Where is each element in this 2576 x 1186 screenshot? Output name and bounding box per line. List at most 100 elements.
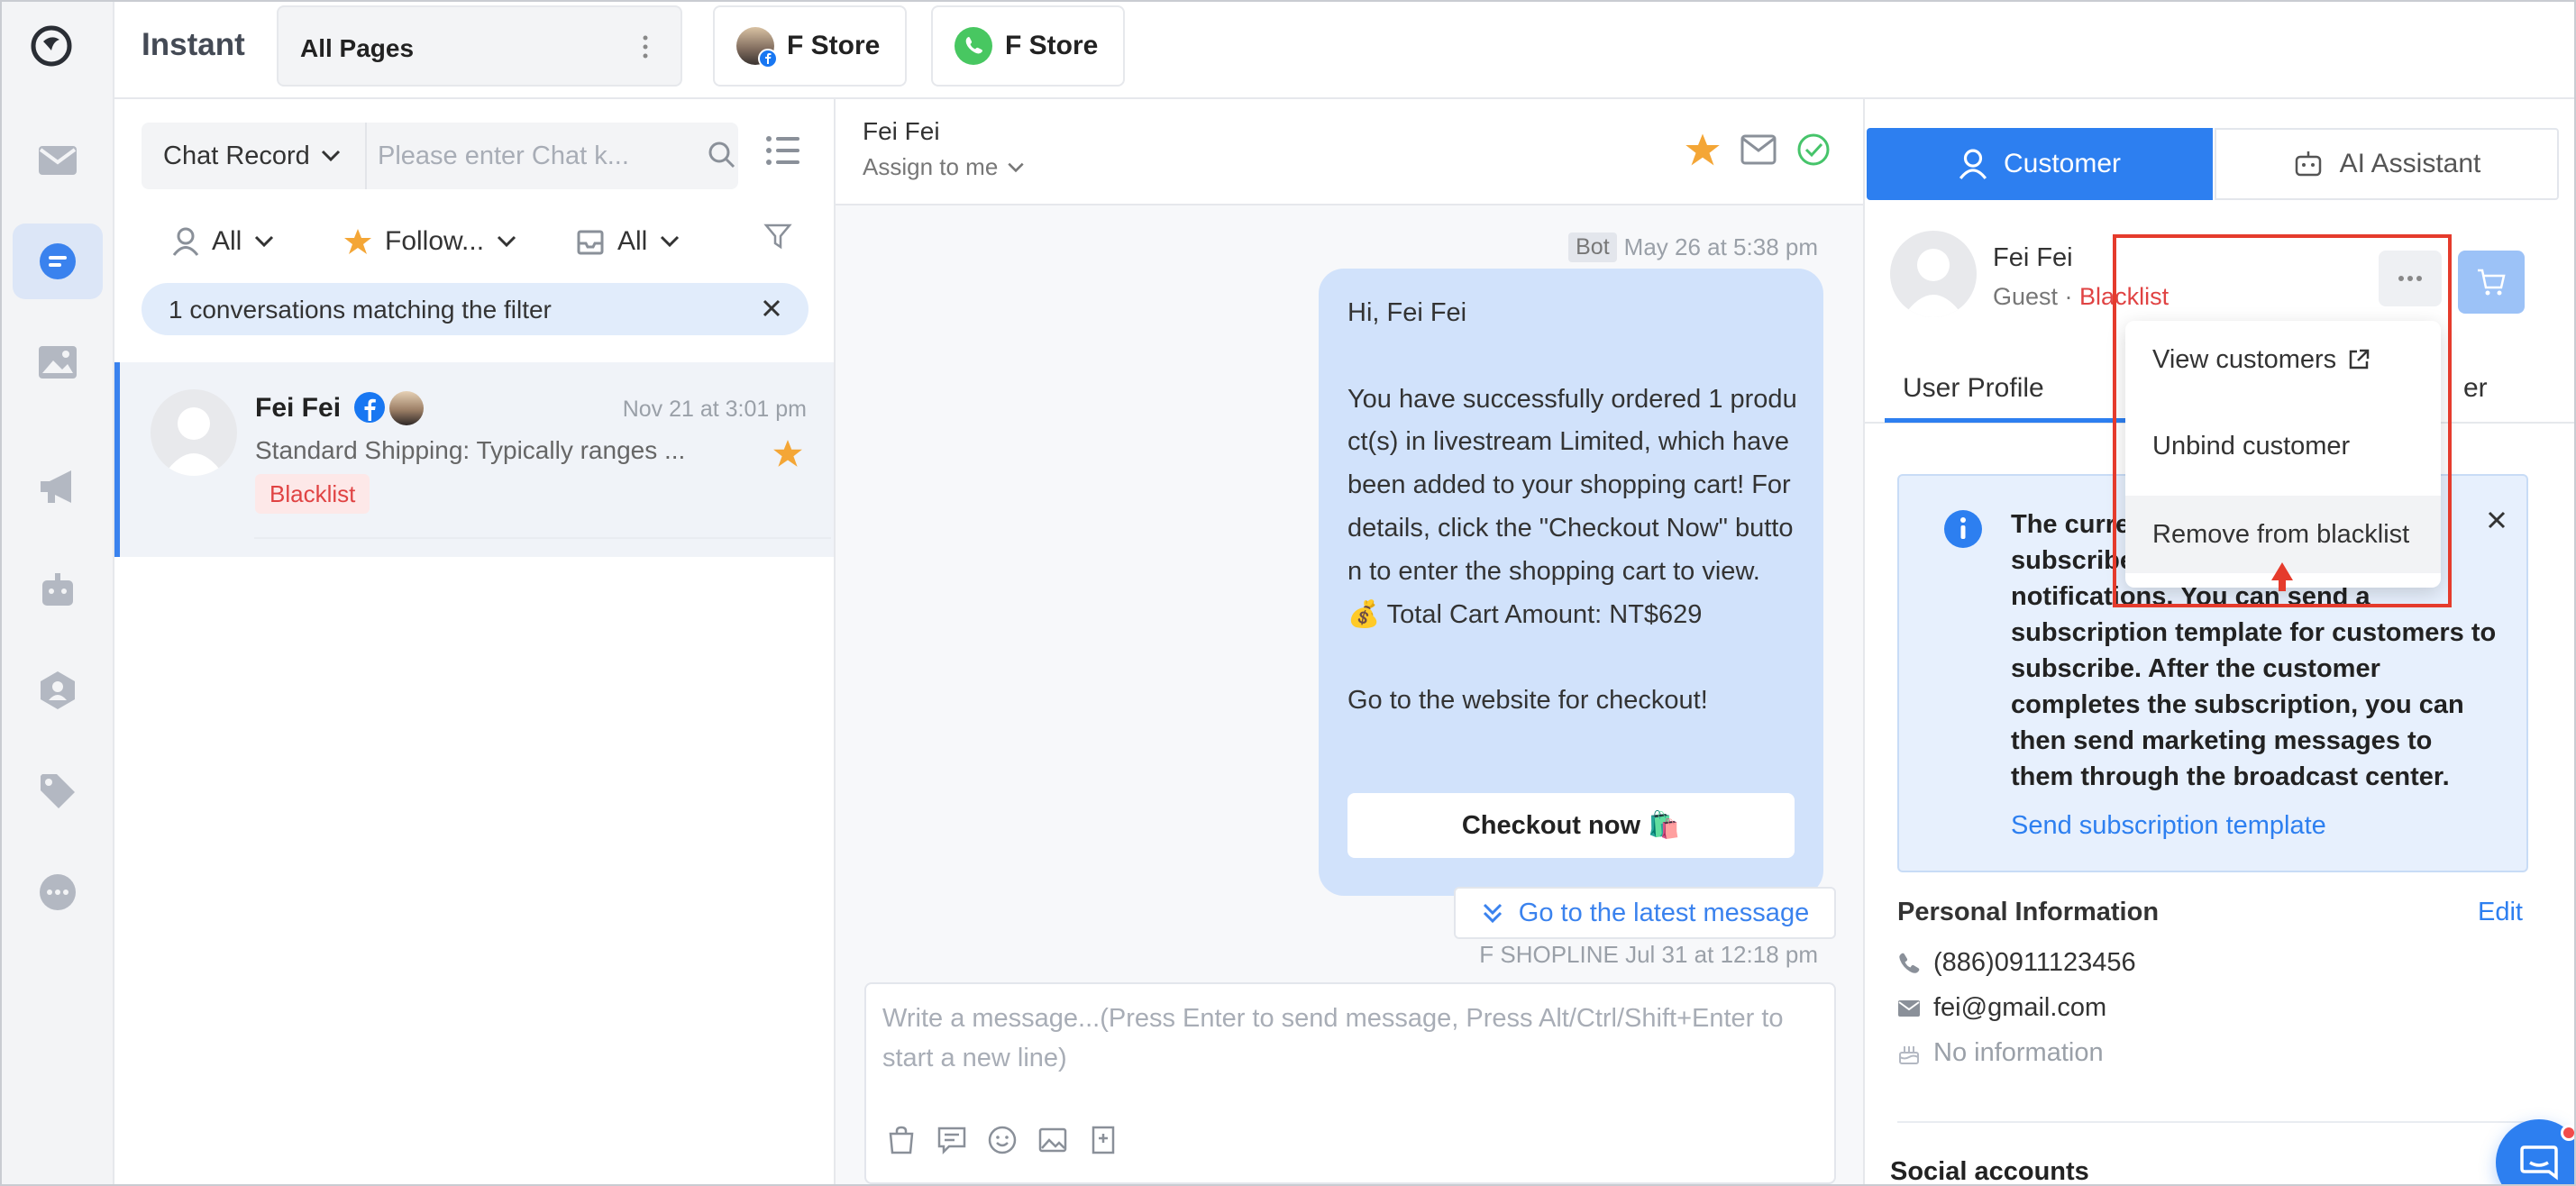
top-bar: Instant All Pages F Store F Store <box>114 2 2574 99</box>
avatar <box>1890 231 1977 317</box>
cart-button[interactable] <box>2458 251 2525 314</box>
chevron-down-icon <box>661 235 680 248</box>
tab-ai-label: AI Assistant <box>2339 149 2481 178</box>
tag-icon[interactable] <box>13 753 103 829</box>
double-chevron-down-icon <box>1483 903 1502 924</box>
store-label: F Store <box>1005 31 1099 60</box>
star-icon <box>344 229 371 254</box>
tab-customer-label: Customer <box>2003 149 2122 178</box>
notice-rest: subscription template for customers to s… <box>2011 618 2497 791</box>
chat-header: Fei Fei Assign to me <box>836 99 1863 205</box>
customer-name: Fei Fei <box>1993 243 2073 272</box>
birthday-row: No information <box>1897 1038 2104 1068</box>
star-icon[interactable] <box>772 438 803 469</box>
avatar <box>151 389 237 476</box>
bot-message-meta: Bot May 26 at 5:38 pm <box>1568 233 1818 262</box>
person-icon <box>1959 149 1987 179</box>
message-text: Hi, Fei Fei You have successfully ordere… <box>1347 298 1797 716</box>
chat-panel: Fei Fei Assign to me Bot May 26 at 5:38 … <box>836 99 1863 1184</box>
filter-match-text: 1 conversations matching the filter <box>169 296 552 324</box>
search-icon[interactable] <box>708 141 736 169</box>
quick-reply-icon[interactable] <box>936 1125 967 1155</box>
chevron-down-icon <box>497 235 516 248</box>
go-to-latest-button[interactable]: Go to the latest message <box>1454 887 1836 939</box>
mail-icon[interactable] <box>13 123 103 198</box>
inbox-filter[interactable]: All <box>576 214 680 269</box>
conversation-time: Nov 21 at 3:01 pm <box>622 397 807 422</box>
filter-match-banner: 1 conversations matching the filter <box>142 283 808 335</box>
robot-icon[interactable] <box>13 552 103 627</box>
store-avatar <box>389 391 424 425</box>
birthday-value: No information <box>1933 1038 2104 1067</box>
megaphone-icon[interactable] <box>13 449 103 525</box>
list-view-icon[interactable] <box>765 135 801 166</box>
search-scope-label: Chat Record <box>163 141 310 170</box>
info-icon <box>1942 508 1984 550</box>
close-icon[interactable] <box>762 298 781 318</box>
customer-status-separator: · <box>2058 283 2080 310</box>
tab-user-profile[interactable]: User Profile <box>1903 373 2044 404</box>
mail-icon[interactable] <box>1740 134 1777 165</box>
app-window: Instant All Pages F Store F Store Chat R… <box>0 0 2576 1186</box>
go-to-latest-label: Go to the latest message <box>1518 898 1810 927</box>
message-composer <box>864 982 1836 1184</box>
store-label: F Store <box>787 31 881 60</box>
tab-ai-assistant[interactable]: AI Assistant <box>2215 128 2559 200</box>
image-icon[interactable] <box>13 324 103 400</box>
star-icon[interactable] <box>1685 132 1721 168</box>
chat-icon[interactable] <box>13 224 103 299</box>
bot-message-time: May 26 at 5:38 pm <box>1623 233 1818 260</box>
whatsapp-icon <box>955 27 992 65</box>
email-row: fei@gmail.com <box>1897 993 2106 1023</box>
image-icon[interactable] <box>1037 1125 1068 1155</box>
conversation-list-panel: Chat Record All Follow... All <box>114 99 836 1184</box>
bot-badge: Bot <box>1568 233 1617 262</box>
edit-personal-info-button[interactable]: Edit <box>2478 898 2523 927</box>
contacts-icon[interactable] <box>13 652 103 728</box>
robot-icon <box>2295 151 2321 177</box>
more-icon[interactable] <box>13 854 103 930</box>
assign-dropdown[interactable]: Assign to me <box>863 153 1025 181</box>
nav-rail <box>2 2 114 1184</box>
support-chat-button[interactable] <box>2496 1119 2574 1184</box>
message-bubble: Hi, Fei Fei You have successfully ordere… <box>1319 269 1823 896</box>
conversation-item[interactable]: Fei Fei Nov 21 at 3:01 pm Standard Shipp… <box>114 362 834 557</box>
chevron-down-icon <box>255 235 274 248</box>
bookmark-add-icon[interactable] <box>1088 1125 1119 1155</box>
follow-filter-label: Follow... <box>385 226 485 256</box>
store-avatar <box>736 27 778 68</box>
cart-icon <box>2478 269 2506 296</box>
funnel-icon[interactable] <box>763 222 792 251</box>
app-logo[interactable] <box>31 25 72 67</box>
emoji-icon[interactable] <box>987 1125 1018 1155</box>
checkout-button[interactable]: Checkout now 🛍️ <box>1347 793 1795 858</box>
notification-dot <box>2561 1125 2574 1141</box>
chat-contact-name: Fei Fei <box>863 117 940 145</box>
resolve-check-icon[interactable] <box>1796 132 1831 167</box>
follow-filter[interactable]: Follow... <box>343 214 516 269</box>
conversation-snippet: Standard Shipping: Typically ranges ... <box>255 436 686 464</box>
message-input[interactable] <box>882 999 1820 1089</box>
assignee-filter[interactable]: All <box>172 214 274 269</box>
person-icon <box>172 227 199 256</box>
close-icon[interactable] <box>2487 510 2507 530</box>
search-bar: Chat Record <box>142 123 738 189</box>
divider <box>1897 1121 2528 1123</box>
product-bag-icon[interactable] <box>886 1125 917 1155</box>
store-whatsapp-button[interactable]: F Store <box>931 5 1126 87</box>
tab-active-indicator <box>1885 418 2133 423</box>
send-subscription-template-link[interactable]: Send subscription template <box>2011 811 2326 841</box>
facebook-icon <box>758 49 778 68</box>
chevron-down-icon <box>1008 162 1024 172</box>
personal-info-title: Personal Information <box>1897 898 2160 926</box>
tab-customer[interactable]: Customer <box>1867 128 2213 200</box>
phone-value: (886)0911123456 <box>1933 948 2136 977</box>
search-scope-select[interactable]: Chat Record <box>142 123 367 189</box>
search-input[interactable] <box>378 133 675 178</box>
store-facebook-button[interactable]: F Store <box>713 5 908 87</box>
page-select[interactable]: All Pages <box>277 5 682 87</box>
tab-other[interactable]: er <box>2463 373 2488 404</box>
inbox-icon <box>577 230 604 255</box>
chat-header-actions <box>1685 132 1831 168</box>
chat-bubble-icon <box>2520 1145 2558 1181</box>
